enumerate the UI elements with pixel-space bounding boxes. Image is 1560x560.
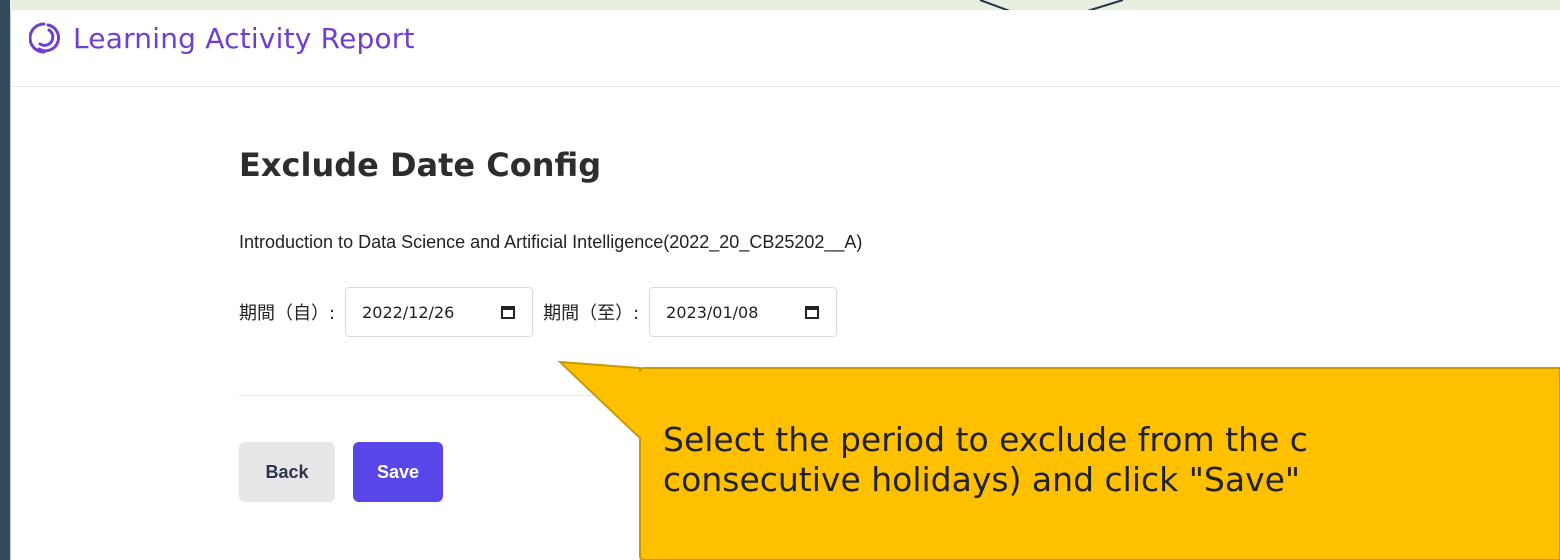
section-divider	[239, 395, 1560, 397]
to-date-input[interactable]: 2023/01/08	[649, 287, 838, 338]
activity-ring-icon	[29, 22, 61, 54]
date-range-row: 期間（自）: 2022/12/26 期間（至）: 2023/01/08	[239, 287, 1439, 338]
instruction-callout-text: Select the period to exclude from the c …	[663, 420, 1308, 499]
from-date-value: 2022/12/26	[362, 302, 455, 322]
calendar-icon[interactable]	[804, 304, 820, 320]
page-title: Exclude Date Config	[239, 146, 602, 184]
left-edge-strip	[0, 0, 10, 560]
back-button[interactable]: Back	[239, 442, 335, 503]
app-title: Learning Activity Report	[73, 21, 415, 55]
top-edge-strip	[10, 0, 1560, 10]
brand: Learning Activity Report	[29, 20, 415, 56]
from-date-input[interactable]: 2022/12/26	[345, 287, 534, 338]
calendar-icon[interactable]	[500, 304, 516, 320]
screenshot-frame: Learning Activity Report Exclude Date Co…	[0, 0, 1560, 560]
to-date-label: 期間（至）:	[543, 303, 640, 325]
save-button[interactable]: Save	[353, 442, 443, 503]
from-date-label: 期間（自）:	[239, 303, 336, 325]
to-date-value: 2023/01/08	[666, 302, 759, 322]
course-name: Introduction to Data Science and Artific…	[239, 232, 863, 253]
app-header: Learning Activity Report	[11, 10, 1560, 87]
